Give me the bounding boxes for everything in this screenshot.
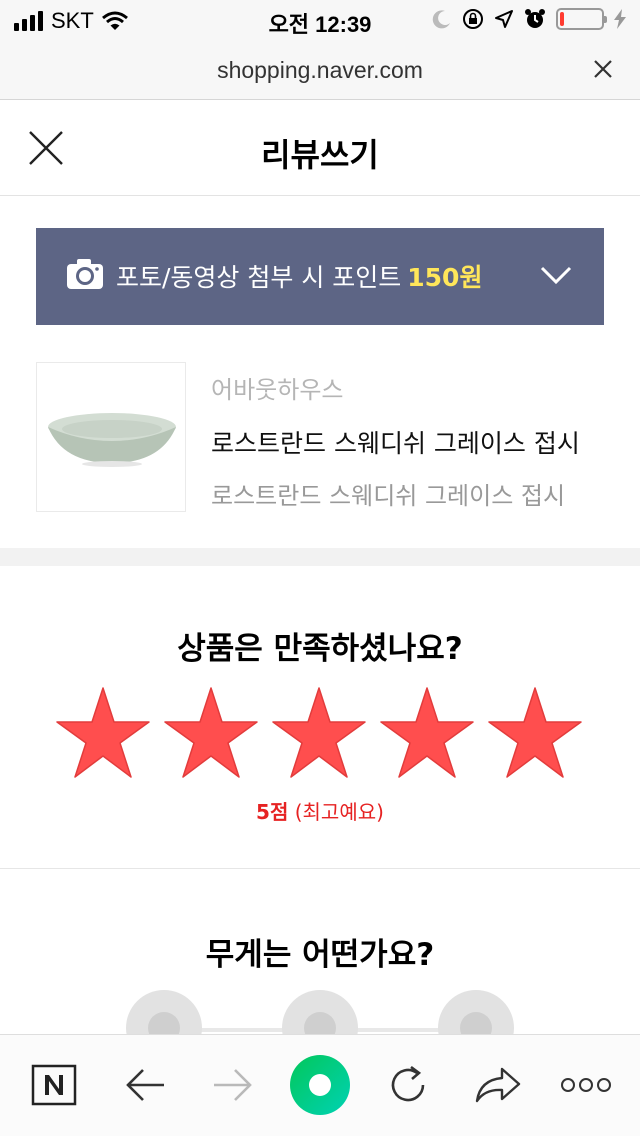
forward-arrow-icon <box>214 1069 252 1101</box>
more-button[interactable] <box>556 1057 616 1113</box>
share-icon <box>475 1067 521 1103</box>
star-icon-2[interactable] <box>163 686 259 780</box>
alarm-icon <box>525 9 545 28</box>
seller-name: 어바웃하우스 <box>211 376 344 404</box>
star-icon-1[interactable] <box>55 686 151 780</box>
refresh-button[interactable] <box>380 1057 436 1113</box>
banner-message: 포토/동영상 첨부 시 포인트 <box>116 263 402 292</box>
refresh-icon <box>391 1065 425 1102</box>
more-icon <box>561 1078 611 1092</box>
battery-level <box>560 12 564 26</box>
location-icon <box>495 10 513 28</box>
star-icon-3[interactable] <box>271 686 367 780</box>
green-dot-icon <box>290 1055 350 1115</box>
banner-text: 포토/동영상 첨부 시 포인트 150원 <box>116 258 482 294</box>
rating-score: 5점 (최고예요) <box>0 796 640 825</box>
charging-bolt-icon <box>614 9 626 29</box>
status-right <box>432 8 626 30</box>
product-option: 로스트란드 스웨디쉬 그레이스 접시 <box>211 482 566 510</box>
battery-icon <box>556 8 607 30</box>
page-title: 리뷰쓰기 <box>261 136 379 174</box>
product-name: 로스트란드 스웨디쉬 그레이스 접시 <box>211 429 580 458</box>
back-button[interactable] <box>118 1057 174 1113</box>
naver-home-button[interactable] <box>26 1057 82 1113</box>
camera-icon <box>67 259 103 289</box>
plate-image <box>48 413 176 467</box>
browser-url-bar[interactable]: shopping.naver.com <box>0 40 640 100</box>
star-icon-5[interactable] <box>487 686 583 780</box>
close-tab-icon[interactable] <box>592 58 614 80</box>
banner-points: 150원 <box>407 263 483 292</box>
weight-question: 무게는 어떤가요? <box>205 937 435 973</box>
status-bar: SKT 오전 12:39 <box>0 0 640 40</box>
product-info: 어바웃하우스 로스트란드 스웨디쉬 그레이스 접시 로스트란드 스웨디쉬 그레이… <box>36 362 604 512</box>
star-icon-4[interactable] <box>379 686 475 780</box>
browser-toolbar <box>0 1034 640 1136</box>
score-value: 5점 <box>256 800 289 824</box>
chevron-down-icon[interactable] <box>540 264 572 286</box>
section-divider <box>0 868 640 869</box>
moon-icon <box>432 10 450 29</box>
product-thumbnail <box>36 362 186 512</box>
back-arrow-icon <box>126 1069 164 1101</box>
photo-point-banner[interactable]: 포토/동영상 첨부 시 포인트 150원 <box>36 228 604 325</box>
naver-home-icon <box>31 1064 77 1106</box>
star-rating[interactable] <box>55 686 585 780</box>
page-header: 리뷰쓰기 <box>0 100 640 196</box>
rating-question: 상품은 만족하셨나요? <box>177 631 463 667</box>
url-text[interactable]: shopping.naver.com <box>0 57 640 84</box>
section-divider-band <box>0 548 640 566</box>
share-button[interactable] <box>470 1057 526 1113</box>
orientation-lock-icon <box>463 9 483 29</box>
green-dot-button[interactable] <box>288 1055 352 1115</box>
forward-button[interactable] <box>204 1057 260 1113</box>
score-description: (최고예요) <box>294 800 384 824</box>
